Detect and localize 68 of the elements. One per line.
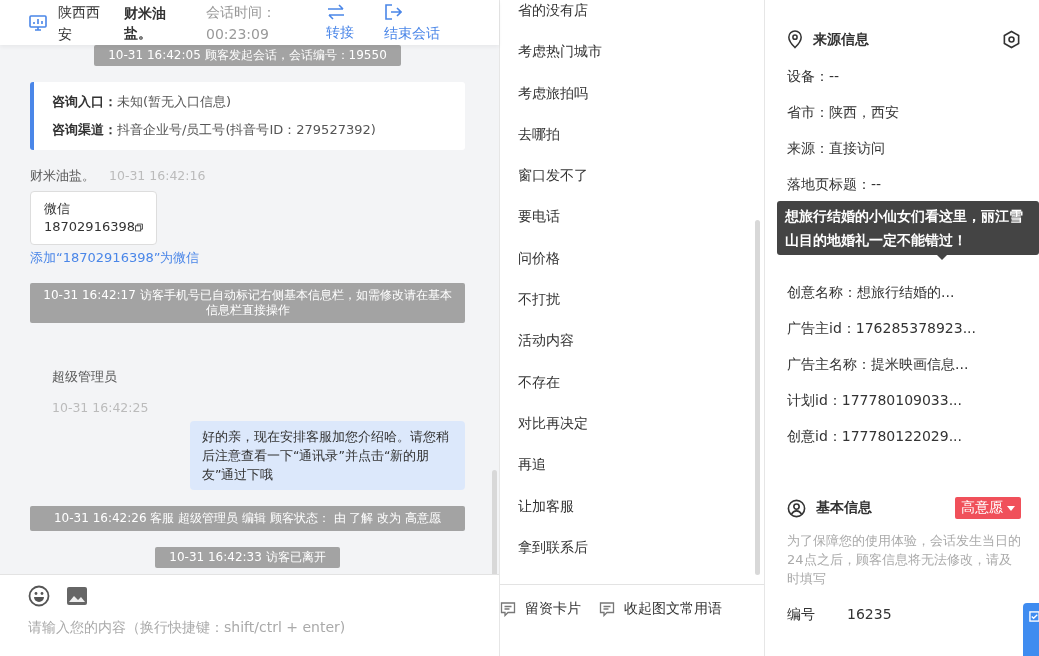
system-message: 10-31 16:42:26 客服 超级管理员 编辑 顾客状态： 由 了解 改为 高意愿 [30,506,465,531]
end-session-button[interactable]: 结束会话 [384,2,440,43]
source-field: 来源：直接访问 [787,139,885,157]
entry-value: 未知(暂无入口信息) [117,94,232,109]
phrase-item[interactable]: 考虑热门城市 [518,41,602,62]
source-field: 广告主名称：提米映画信息... [787,355,969,373]
location-pin-icon [787,30,803,49]
notice-text: 为了保障您的使用体验，会话发生当日的24点之后，顾客信息将无法修改，请及时填写 [787,532,1022,588]
monitor-icon [28,12,48,33]
phrase-item[interactable]: 不打扰 [518,289,560,310]
source-field: 创意id：177780122029... [787,427,962,445]
phrase-item[interactable]: 问价格 [518,247,560,268]
phrase-item[interactable]: 对比再决定 [518,412,588,433]
scrollbar[interactable] [755,220,760,575]
transfer-button[interactable]: 转接 [326,3,354,42]
duration-value: 00:23:09 [206,24,270,44]
source-field: 计划id：177780109033... [787,391,962,409]
phrase-item[interactable]: 活动内容 [518,330,574,351]
phrase-item[interactable]: 去哪拍 [518,123,560,144]
tooltip-text: 想旅行结婚的小仙女们看这里，丽江雪山目的地婚礼一定不能错过！ [785,208,1023,248]
image-icon[interactable] [66,586,88,606]
phrase-item[interactable]: 再追 [518,454,546,475]
message-icon [599,601,615,617]
settings-icon[interactable] [1002,30,1021,49]
phrase-item[interactable]: 让加客服 [518,495,574,516]
message-bubble: 好的亲，现在安排客服加您介绍哈。请您稍后注意查看一下“通讯录”并点击“新的朋友”通过下哦 [190,421,465,490]
entry-label: 咨询渠道： [52,122,117,137]
source-field: 省市：陕西，西安 [787,103,899,121]
caret-icon [1007,505,1015,511]
source-field: 落地页标题：-- [787,175,882,193]
user-icon [787,498,806,518]
phrase-action-button[interactable]: 收起图文常用语 [599,600,722,618]
source-field: 创意名称：想旅行结婚的... [787,283,955,301]
exit-icon [384,2,402,21]
document-icon [1029,611,1039,622]
source-field: 广告主id：176285378923... [787,319,976,337]
system-message: 10-31 16:42:17 访客手机号已自动标记右侧基本信息栏，如需修改请在基本信息栏直接操作 [30,283,465,323]
entry-label: 咨询入口： [52,94,117,109]
message-icon [500,601,516,617]
message-time: 10-31 16:42:25 [52,400,150,415]
system-message: 10-31 16:42:33 访客已离开 [155,547,340,568]
visitor-location: 陕西西安 [58,2,100,44]
scrollbar[interactable] [492,470,497,574]
card-number: 18702916398 [44,218,135,236]
system-message: 10-31 16:42:05 顾客发起会话，会话编号：19550 [94,45,401,66]
message-time: 10-31 16:42:16 [109,168,206,185]
phrase-item[interactable]: 省的没有店 [518,0,588,20]
field-value: 16235 [847,606,892,624]
field-label: 编号 [787,606,816,624]
sender-name: 财米油盐。 [30,168,95,185]
section-title: 基本信息 [816,499,873,517]
phrase-item[interactable]: 拿到联系后 [518,536,588,557]
entry-value: 抖音企业号/员工号(抖音号ID：279527392) [117,122,376,137]
sender-name: 超级管理员 [52,369,118,386]
card-title: 微信 [44,200,71,218]
intent-dropdown[interactable]: 高意愿 [955,497,1021,519]
customer-name: 财米油盐。 [124,3,167,43]
phrase-item[interactable]: 不存在 [518,371,560,392]
phrase-item[interactable]: 窗口发不了 [518,165,588,186]
phrase-item[interactable]: 要电话 [518,206,560,227]
swap-icon [326,3,346,20]
copy-icon[interactable] [135,220,143,234]
duration-label: 会话时间： [206,2,277,22]
emoji-icon[interactable] [28,585,50,607]
phrase-action-button[interactable]: 留资卡片 [500,600,581,618]
section-title: 来源信息 [813,30,870,49]
phrase-item[interactable]: 考虑旅拍吗 [518,82,588,103]
source-field: 设备：-- [787,67,840,85]
